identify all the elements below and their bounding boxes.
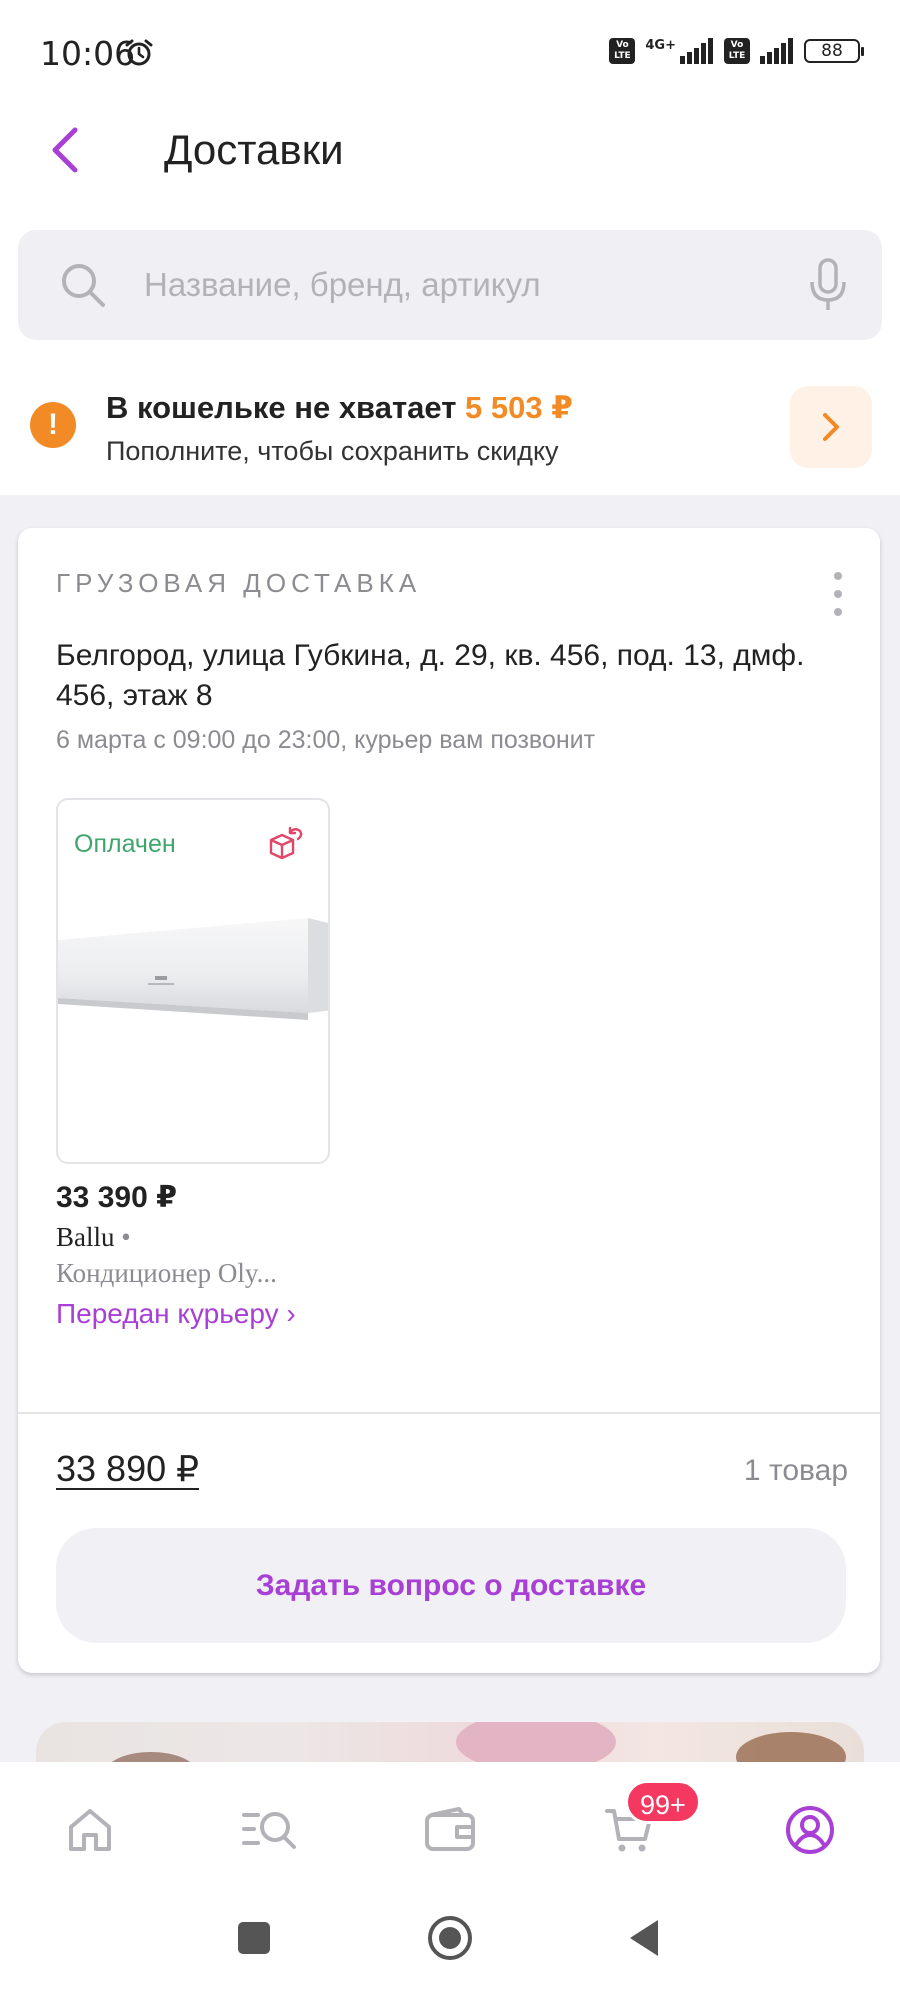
nav-catalog[interactable]: [220, 1780, 320, 1880]
product-price: 33 390 ₽: [56, 1181, 177, 1214]
return-box-icon: [268, 826, 304, 867]
delivery-status-link[interactable]: Передан курьеру ›: [56, 1298, 296, 1330]
search-input[interactable]: [144, 266, 808, 304]
back-button[interactable]: [40, 120, 90, 180]
signal-icon-2: [760, 38, 793, 64]
system-home-button[interactable]: [410, 1898, 490, 1978]
exclamation-icon: !: [30, 402, 76, 448]
network-type: 4G+: [645, 37, 676, 53]
brand-separator: •: [121, 1222, 131, 1252]
system-back-button[interactable]: [604, 1898, 684, 1978]
status-time: 10:06: [40, 34, 136, 73]
wallet-icon: [425, 1807, 475, 1851]
product-name: Кондиционер Oly...: [56, 1258, 277, 1288]
alarm-icon: [124, 38, 154, 73]
status-icons: Vo LTE 4G+ Vo LTE 88: [609, 37, 864, 64]
chevron-right-icon: [823, 413, 839, 441]
wallet-shortfall-amount: 5 503 ₽: [465, 390, 573, 425]
microphone-icon[interactable]: [808, 257, 848, 313]
product-brand: Ballu •: [56, 1222, 131, 1253]
signal-icon: [680, 38, 713, 64]
nav-cart[interactable]: 99+: [580, 1780, 701, 1880]
page-title: Доставки: [164, 126, 344, 173]
product-brand-name: Ballu: [56, 1222, 115, 1252]
status-bar: 10:06 Vo LTE 4G+ Vo LTE 88: [0, 0, 900, 100]
home-icon: [69, 1809, 111, 1851]
back-arrow-icon: [52, 127, 78, 173]
wallet-warning-subtitle: Пополните, чтобы сохранить скидку: [106, 436, 559, 466]
delivery-total[interactable]: 33 890 ₽: [56, 1448, 199, 1490]
wallet-warning-title: В кошельке не хватает 5 503 ₽: [106, 390, 573, 426]
wallet-warning-banner[interactable]: ! В кошельке не хватает 5 503 ₽ Пополнит…: [0, 360, 900, 495]
paid-status-badge: Оплачен: [74, 830, 176, 858]
items-count: 1 товар: [743, 1454, 848, 1487]
search-bar[interactable]: [18, 230, 882, 340]
volte-icon-2: Vo LTE: [724, 38, 750, 64]
delivery-address: Белгород, улица Губкина, д. 29, кв. 456,…: [56, 639, 805, 712]
card-divider: [18, 1412, 880, 1414]
more-options-icon[interactable]: [828, 572, 848, 616]
volte-icon: Vo LTE: [609, 38, 636, 64]
product-image[interactable]: Оплачен: [56, 798, 330, 1164]
wallet-topup-button[interactable]: [790, 386, 872, 468]
recents-icon: [238, 1922, 270, 1954]
home-circle-icon: [428, 1916, 472, 1960]
cart-count-badge: 99+: [625, 1780, 701, 1824]
back-triangle-icon: [630, 1920, 658, 1956]
system-navigation-bar: [0, 1898, 900, 2000]
search-area: [0, 200, 900, 360]
nav-profile[interactable]: [760, 1780, 860, 1880]
search-icon: [58, 260, 108, 310]
delivery-schedule: 6 марта с 09:00 до 23:00, курьер вам поз…: [56, 726, 596, 754]
catalog-search-icon: [242, 1812, 296, 1849]
profile-icon: [786, 1806, 834, 1854]
delivery-type-label: ГРУЗОВАЯ ДОСТАВКА: [56, 568, 422, 598]
bottom-navigation: 99+: [0, 1762, 900, 1898]
ask-delivery-question-button[interactable]: Задать вопрос о доставке: [56, 1528, 846, 1643]
battery-indicator: 88: [804, 39, 864, 63]
nav-home[interactable]: [40, 1780, 140, 1880]
air-conditioner-photo: [58, 918, 328, 1063]
recents-button[interactable]: [214, 1898, 294, 1978]
nav-wallet[interactable]: [400, 1780, 500, 1880]
delivery-card: ГРУЗОВАЯ ДОСТАВКА Белгород, улица Губкин…: [18, 528, 880, 1673]
wallet-warning-text: В кошельке не хватает: [106, 390, 465, 425]
